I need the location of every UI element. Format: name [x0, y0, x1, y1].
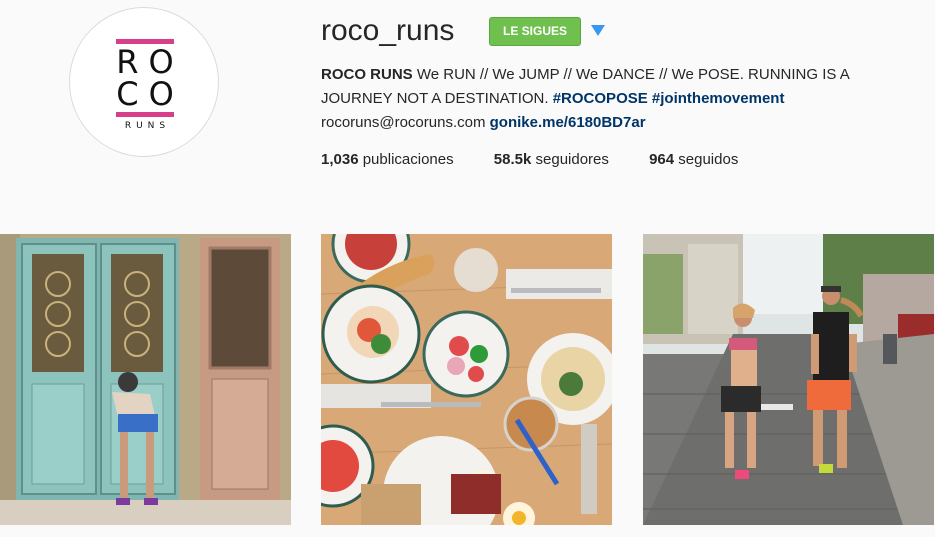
- triangle-down-icon[interactable]: [591, 25, 605, 36]
- following-button[interactable]: LE SIGUES: [489, 17, 581, 46]
- posts-count: 1,036: [321, 151, 359, 168]
- following-stat[interactable]: 964 seguidos: [649, 150, 738, 170]
- profile-bio: ROCO RUNS We RUN // We JUMP // We DANCE …: [321, 63, 911, 135]
- logo-line-1: RO: [116, 43, 184, 81]
- hashtag-rocopose-link[interactable]: #ROCOPOSE: [553, 90, 648, 107]
- post-thumbnail-breakfast[interactable]: [321, 234, 612, 525]
- post-thumbnail-doors[interactable]: [0, 234, 291, 525]
- following-count: 964: [649, 151, 675, 168]
- followers-stat[interactable]: 58.5k seguidores: [494, 150, 609, 170]
- posts-label: publicaciones: [362, 151, 454, 168]
- following-label: seguidos: [678, 151, 739, 168]
- posts-stat: 1,036 publicaciones: [321, 150, 454, 170]
- profile-stats: 1,036 publicaciones 58.5k seguidores 964…: [321, 150, 774, 170]
- logo-line-2: CO: [116, 75, 184, 113]
- bio-website-link[interactable]: gonike.me/6180BD7ar: [490, 114, 646, 131]
- profile-avatar: RO CO RUNS: [69, 7, 219, 157]
- profile-username: roco_runs: [321, 14, 455, 47]
- logo-subtitle: RUNS: [124, 121, 171, 131]
- hashtag-jointhemovement-link[interactable]: #jointhemovement: [652, 90, 785, 107]
- logo-bar-bottom: [116, 112, 174, 117]
- post-thumbnail-street-run[interactable]: [643, 234, 934, 525]
- followers-count: 58.5k: [493, 151, 532, 168]
- bio-full-name: ROCO RUNS: [321, 66, 413, 83]
- profile-page: RO CO RUNS roco_runs LE SIGUES ROCO RUNS…: [0, 0, 935, 537]
- bio-email: rocoruns@rocoruns.com: [321, 114, 486, 131]
- followers-label: seguidores: [535, 151, 609, 168]
